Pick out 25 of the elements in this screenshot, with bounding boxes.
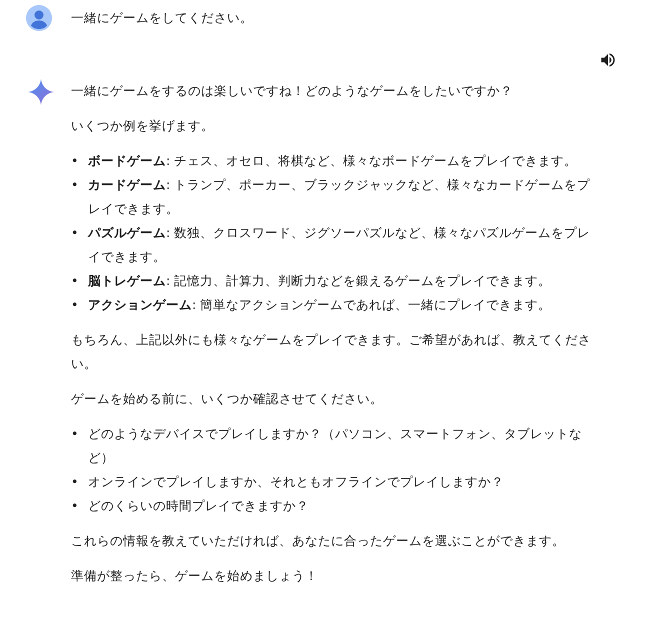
response-paragraph: これらの情報を教えていただければ、あなたに合ったゲームを選ぶことができます。 [71, 532, 566, 550]
user-message: 一緒にゲームをしてください。 [71, 9, 253, 27]
bullet-marker: • [71, 152, 79, 170]
bullet-marker: • [71, 296, 79, 314]
bullet-item: ボードゲーム: チェス、オセロ、将棋など、様々なボードゲームをプレイできます。 [88, 152, 578, 170]
avatar-icon [26, 5, 52, 31]
response-paragraph: 準備が整ったら、ゲームを始めましょう！ [71, 567, 319, 585]
response-paragraph: ゲームを始める前に、いくつか確認させてください。 [71, 390, 384, 408]
bullet-item: アクションゲーム: 簡単なアクションゲームであれば、一緒にプレイできます。 [88, 296, 552, 314]
bullet-item: カードゲーム: トランプ、ポーカー、ブラックジャックなど、様々なカードゲームをプレイできます。 [88, 176, 592, 218]
bullet-marker: • [71, 272, 79, 290]
bullet-item: オンラインでプレイしますか、それともオフラインでプレイしますか？ [88, 473, 504, 491]
bullet-marker: • [71, 176, 79, 194]
bullet-item: どのくらいの時間プレイできますか？ [88, 497, 309, 515]
bullet-marker: • [71, 497, 79, 515]
bullet-marker: • [71, 224, 79, 242]
bullet-marker: • [71, 425, 79, 443]
response-paragraph: もちろん、上記以外にも様々なゲームをプレイできます。ご希望があれば、教えてください。 [71, 331, 592, 373]
response-paragraph: いくつか例を挙げます。 [71, 117, 215, 135]
bullet-item: どのようなデバイスでプレイしますか？（パソコン、スマートフォン、タブレットなど） [88, 425, 583, 467]
sparkle-icon [28, 79, 54, 105]
bullet-marker: • [71, 473, 79, 491]
response-paragraph: 一緒にゲームをするのは楽しいですね！どのようなゲームをしたいですか？ [71, 82, 514, 100]
bullet-item: パズルゲーム: 数独、クロスワード、ジグソーパズルなど、様々なパズルゲームをプレイできます。 [88, 224, 592, 266]
bullet-item: 脳トレゲーム: 記憶力、計算力、判断力などを鍛えるゲームをプレイできます。 [88, 272, 552, 290]
